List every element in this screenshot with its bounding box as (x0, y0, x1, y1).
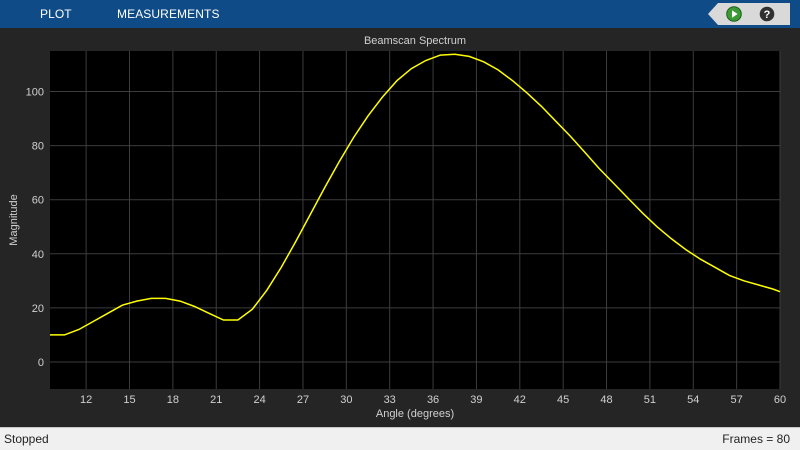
plot-area[interactable] (50, 51, 780, 389)
x-tick-label: 21 (210, 394, 222, 406)
play-icon (726, 6, 742, 22)
x-tick-label: 51 (644, 394, 656, 406)
run-state: Stopped (4, 432, 49, 446)
beamscan-chart[interactable]: Beamscan Spectrum 12 15 18 21 24 27 30 33 36 39 42… (0, 28, 800, 427)
y-tick-label: 0 (38, 357, 44, 369)
x-tick-label: 57 (731, 394, 743, 406)
help-button[interactable]: ? (759, 6, 775, 22)
x-tick-label: 30 (340, 394, 352, 406)
x-tick-label: 45 (557, 394, 569, 406)
x-tick-label: 18 (167, 394, 179, 406)
x-axis-label: Angle (degrees) (376, 408, 454, 420)
question-icon: ? (759, 6, 775, 22)
x-tick-label: 42 (514, 394, 526, 406)
x-tick-label: 48 (600, 394, 612, 406)
svg-text:?: ? (764, 9, 771, 21)
x-tick-label: 27 (297, 394, 309, 406)
x-tick-label: 15 (123, 394, 135, 406)
chart-title: Beamscan Spectrum (364, 35, 466, 47)
y-axis-label: Magnitude (8, 194, 20, 245)
x-tick-label: 39 (470, 394, 482, 406)
x-tick-label: 36 (427, 394, 439, 406)
y-tick-label: 80 (32, 141, 44, 153)
x-tick-label: 33 (384, 394, 396, 406)
scope-figure: Beamscan Spectrum 12 15 18 21 24 27 30 33 36 39 42… (0, 28, 800, 427)
frame-counter: Frames = 80 (722, 432, 790, 446)
quick-access-bar: ? (708, 3, 790, 25)
tab-measurements[interactable]: MEASUREMENTS (117, 0, 220, 28)
y-tick-label: 60 (32, 195, 44, 207)
x-tick-label: 24 (253, 394, 265, 406)
x-tick-label: 60 (774, 394, 786, 406)
toolstrip: PLOT MEASUREMENTS ? (0, 0, 800, 28)
y-tick-label: 20 (32, 303, 44, 315)
y-tick-label: 40 (32, 249, 44, 261)
x-tick-label: 12 (80, 394, 92, 406)
tab-plot[interactable]: PLOT (40, 0, 72, 28)
status-bar: Stopped Frames = 80 (0, 427, 800, 450)
x-tick-label: 54 (687, 394, 699, 406)
run-button[interactable] (726, 6, 742, 22)
y-tick-label: 100 (26, 87, 44, 99)
